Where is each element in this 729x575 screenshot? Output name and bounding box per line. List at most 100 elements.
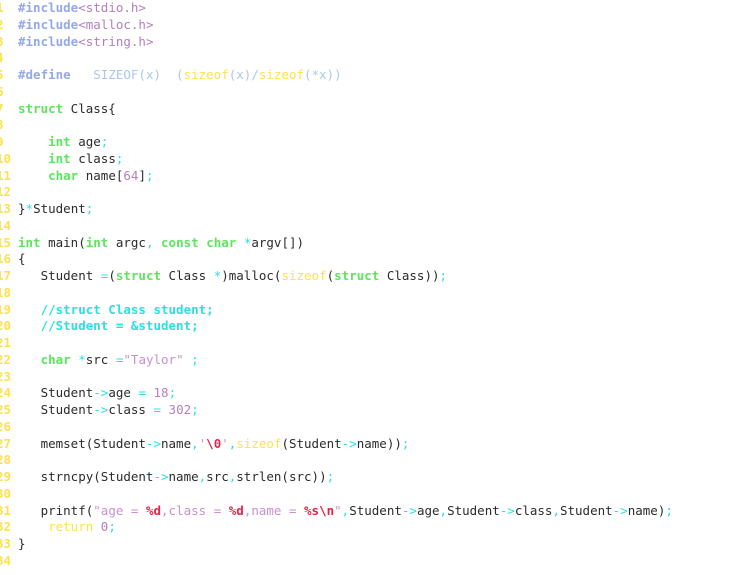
code-token: * bbox=[25, 201, 34, 216]
code-line[interactable]: 18 bbox=[0, 285, 729, 302]
code-token: \0 bbox=[206, 435, 222, 451]
code-line-text: printf("age = %d,class = %d,name = %s\n"… bbox=[18, 503, 673, 520]
code-line[interactable]: 19 //struct Class student; bbox=[0, 302, 729, 319]
code-line-text: }*Student; bbox=[18, 201, 93, 218]
line-number: 30 bbox=[0, 485, 12, 501]
code-token: strlen(src)) bbox=[236, 469, 327, 484]
code-token: #define bbox=[18, 67, 71, 82]
code-token: <malloc.h> bbox=[78, 16, 154, 32]
code-line-text: Student->age = 18; bbox=[18, 385, 177, 402]
line-number: 21 bbox=[0, 335, 12, 350]
code-line[interactable]: 26 bbox=[0, 419, 729, 436]
code-token: (Student bbox=[281, 435, 342, 451]
code-token: Student bbox=[559, 502, 613, 518]
code-line[interactable]: 21 bbox=[0, 335, 729, 352]
code-line[interactable]: 32 return 0; bbox=[0, 519, 729, 536]
code-line[interactable]: 5#define SIZEOF(x) (sizeof(x)/sizeof(*x)… bbox=[0, 67, 729, 84]
code-line[interactable]: 23 bbox=[0, 369, 729, 386]
code-line-text: memset(Student->name,'\0',sizeof(Student… bbox=[18, 435, 410, 453]
code-line[interactable]: 17 Student =(struct Class *)malloc(sizeo… bbox=[0, 268, 729, 285]
code-line[interactable]: 14 bbox=[0, 218, 729, 235]
code-token: int bbox=[48, 150, 71, 166]
code-line[interactable]: 30 bbox=[0, 486, 729, 503]
code-token: Student bbox=[18, 385, 94, 401]
code-line[interactable]: 2#include<malloc.h> bbox=[0, 17, 729, 34]
code-editor[interactable]: 1#include<stdio.h>2#include<malloc.h>3#i… bbox=[0, 0, 729, 575]
line-number: 11 bbox=[0, 167, 12, 183]
code-token: -> bbox=[93, 402, 109, 417]
code-line[interactable]: 6 bbox=[0, 84, 729, 101]
code-token: Class bbox=[161, 268, 214, 283]
code-line-text: { bbox=[18, 251, 26, 268]
line-number: 14 bbox=[0, 217, 12, 233]
code-token: ; bbox=[85, 201, 94, 216]
code-line[interactable]: 27 memset(Student->name,'\0',sizeof(Stud… bbox=[0, 436, 729, 453]
code-line[interactable]: 3#include<string.h> bbox=[0, 34, 729, 51]
code-token: Class)) bbox=[379, 268, 440, 283]
code-line[interactable]: 25 Student->class = 302; bbox=[0, 402, 729, 419]
line-number: 32 bbox=[0, 519, 12, 535]
code-token: int bbox=[85, 234, 109, 250]
code-token: char bbox=[48, 167, 79, 183]
code-line[interactable]: 1#include<stdio.h> bbox=[0, 0, 729, 17]
code-line[interactable]: 28 bbox=[0, 452, 729, 469]
code-token: -> bbox=[499, 502, 515, 518]
code-token: sizeof bbox=[281, 268, 327, 283]
code-token: name bbox=[161, 435, 192, 451]
code-token: argv[]) bbox=[251, 234, 305, 250]
code-token: #include bbox=[18, 33, 79, 49]
code-line[interactable]: 12 bbox=[0, 184, 729, 201]
code-line[interactable]: 24 Student->age = 18; bbox=[0, 385, 729, 402]
code-token: -> bbox=[145, 435, 161, 451]
code-token: ; bbox=[326, 469, 335, 484]
code-line[interactable]: 15 int main(int argc, const char *argv[]) bbox=[0, 235, 729, 252]
code-token: -> bbox=[93, 385, 109, 401]
code-token: -> bbox=[401, 502, 417, 518]
code-token: * bbox=[78, 351, 86, 367]
code-token: ' bbox=[221, 435, 229, 451]
code-line[interactable]: 33} bbox=[0, 536, 729, 553]
code-line[interactable]: 20 //Student = &student; bbox=[0, 318, 729, 335]
code-lines-container[interactable]: 1#include<stdio.h>2#include<malloc.h>3#i… bbox=[0, 0, 729, 570]
code-line[interactable]: 34 bbox=[0, 553, 729, 570]
code-token: printf( bbox=[18, 502, 94, 518]
code-line[interactable]: 13}*Student; bbox=[0, 201, 729, 218]
line-number: 27 bbox=[0, 435, 12, 451]
code-token: ; bbox=[115, 150, 124, 166]
code-line[interactable]: 22 char *src ="Taylor" ; bbox=[0, 352, 729, 369]
code-line[interactable]: 29 strncpy(Student->name,src,strlen(src)… bbox=[0, 469, 729, 486]
code-line[interactable]: 8 bbox=[0, 117, 729, 134]
line-number: 24 bbox=[0, 385, 12, 401]
code-token: %d bbox=[145, 502, 162, 518]
code-token: <string.h> bbox=[78, 33, 154, 49]
code-token: , bbox=[191, 435, 199, 451]
code-line[interactable]: 31 printf("age = %d,class = %d,name = %s… bbox=[0, 503, 729, 520]
code-line[interactable]: 9 int age; bbox=[0, 134, 729, 151]
code-line-text: char *src ="Taylor" ; bbox=[18, 352, 199, 369]
code-line[interactable]: 11 char name[64]; bbox=[0, 168, 729, 185]
code-line-text: struct Class{ bbox=[18, 101, 116, 118]
code-line[interactable]: 7struct Class{ bbox=[0, 101, 729, 118]
code-line[interactable]: 16 { bbox=[0, 251, 729, 268]
line-number: 1 bbox=[0, 0, 18, 17]
code-token: ,name = bbox=[243, 502, 305, 518]
line-number: 9 bbox=[0, 134, 18, 151]
code-line[interactable]: 4 bbox=[0, 50, 729, 67]
code-token: //struct Class student; bbox=[40, 301, 214, 317]
code-token: %s\n bbox=[304, 502, 335, 518]
code-token: 302 bbox=[168, 402, 192, 417]
line-number: 34 bbox=[0, 552, 12, 568]
code-line[interactable]: 10 int class; bbox=[0, 151, 729, 168]
code-token: class bbox=[514, 502, 553, 518]
